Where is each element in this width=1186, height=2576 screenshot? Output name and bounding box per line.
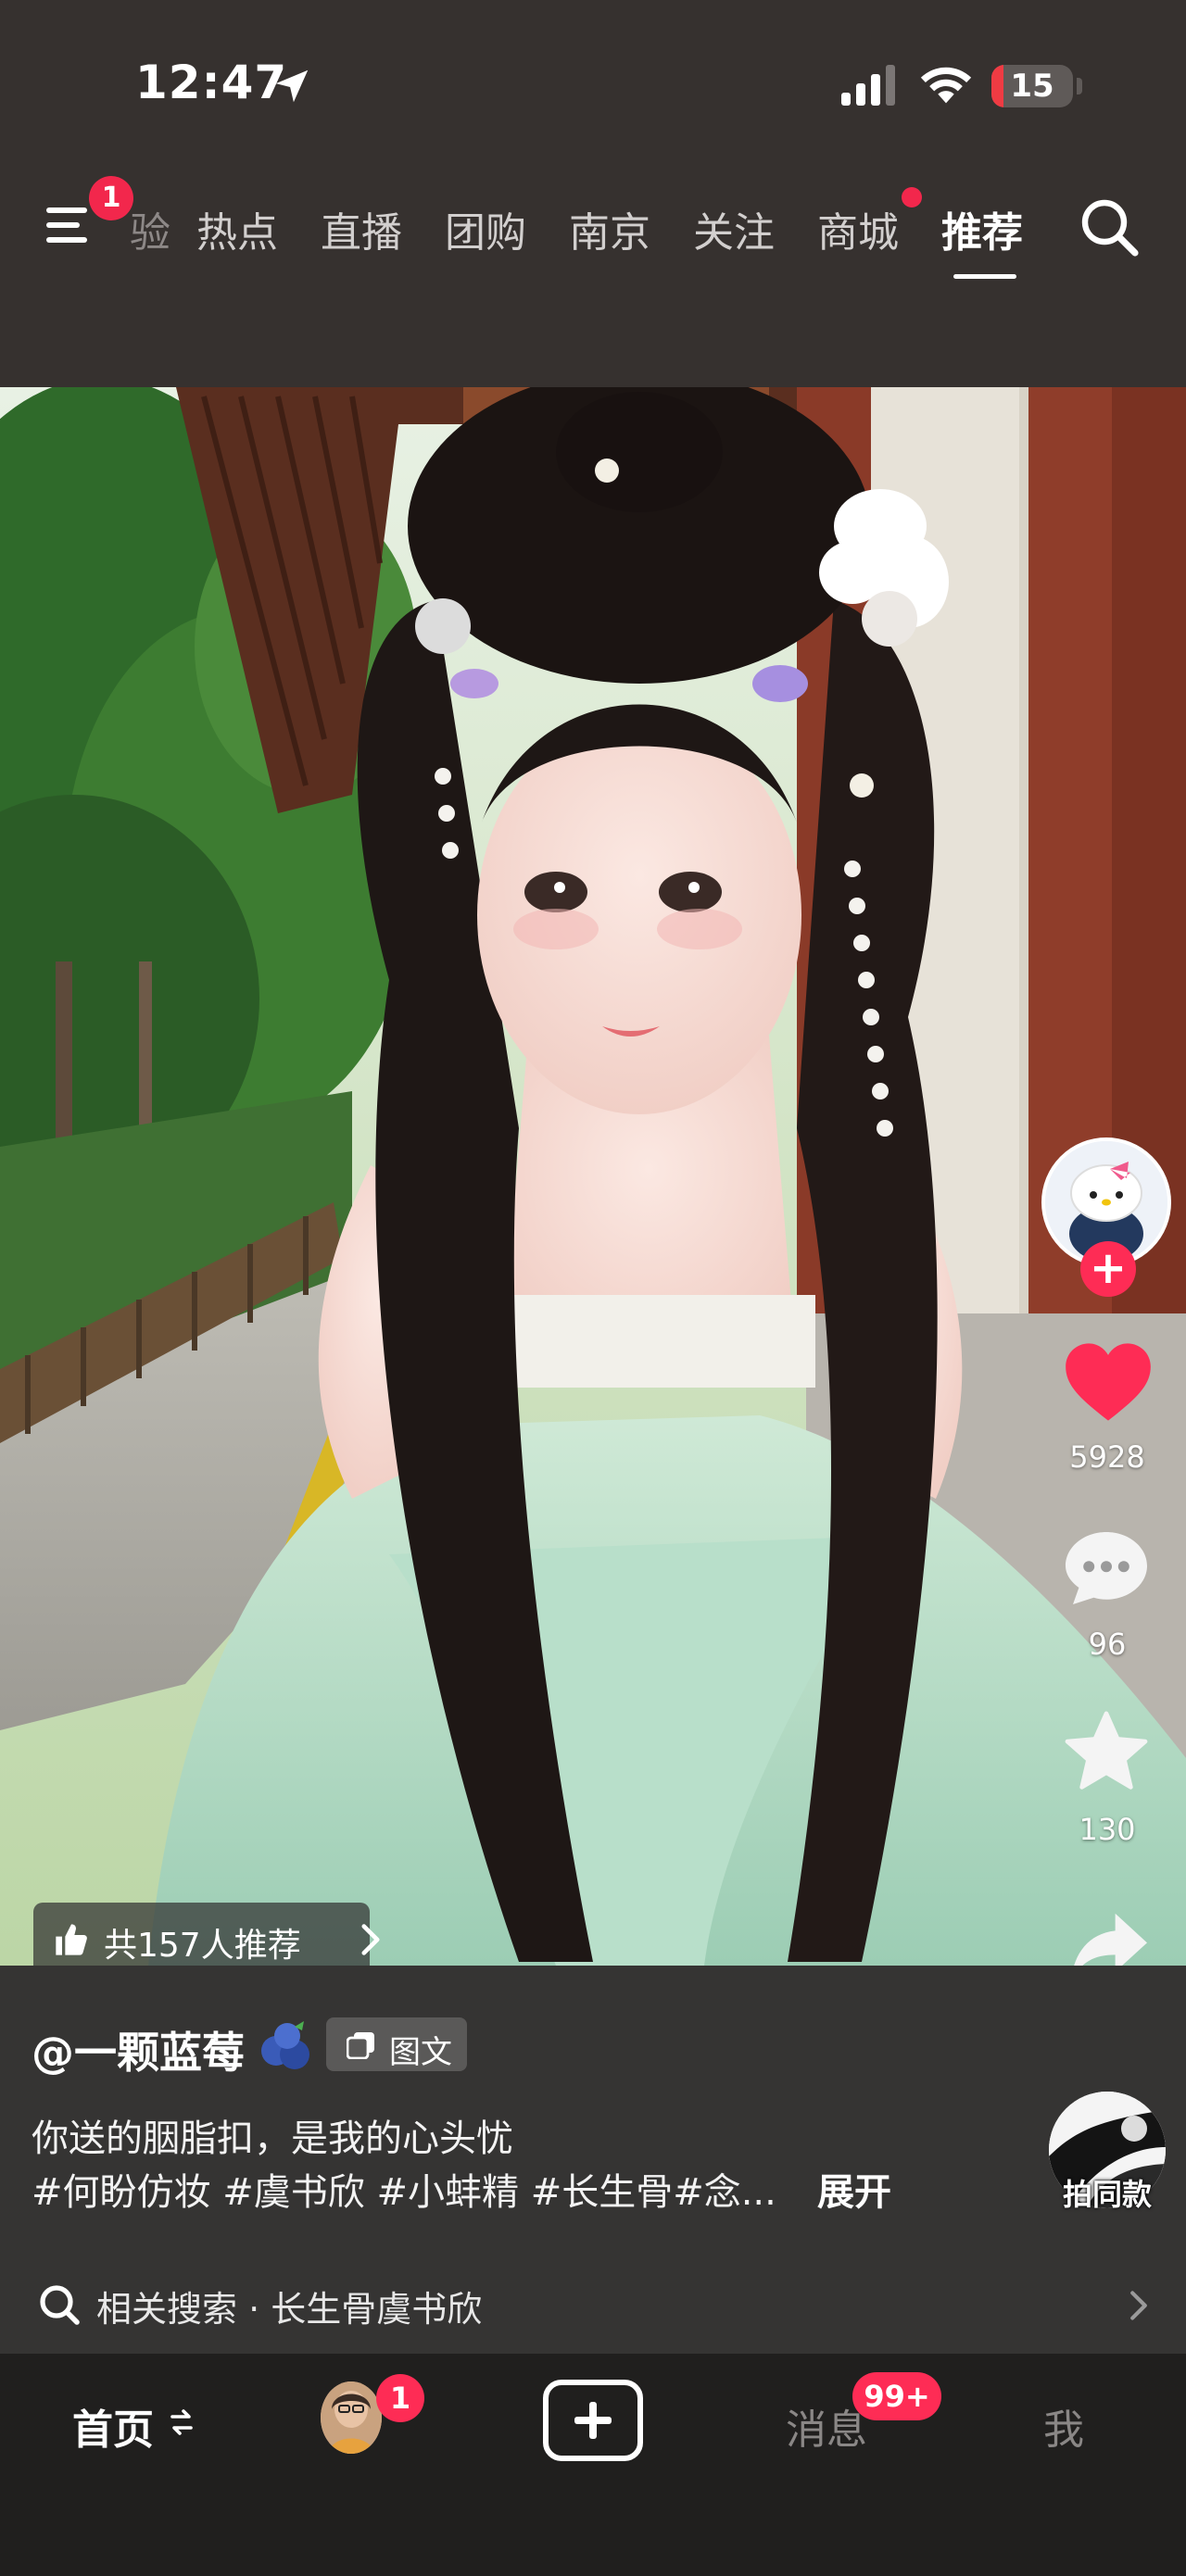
status-time: 12:47 <box>135 56 288 109</box>
friends-tab-avatar[interactable] <box>321 2381 382 2454</box>
menu-icon-line <box>46 207 87 213</box>
thumbs-up-icon <box>56 1924 87 1955</box>
follow-plus-button[interactable]: + <box>1080 1241 1136 1297</box>
tab-mall[interactable]: 商城 <box>817 199 899 258</box>
location-arrow-icon <box>275 69 309 103</box>
friend-avatar-image <box>321 2381 382 2454</box>
star-icon[interactable] <box>1064 1710 1149 1791</box>
tab-nanjing[interactable]: 南京 <box>569 199 650 258</box>
post-photo[interactable] <box>0 387 1186 1966</box>
battery-cap <box>1077 78 1082 94</box>
chevron-right-icon <box>361 1924 380 1955</box>
tab-recommended[interactable]: 推荐 <box>941 199 1023 258</box>
recommend-count-text: 共157人推荐 <box>104 1927 301 1965</box>
comment-icon[interactable] <box>1062 1527 1151 1608</box>
active-tab-underline <box>953 274 1016 279</box>
tab-following[interactable]: 关注 <box>693 199 775 258</box>
tab-home[interactable]: 首页 <box>72 2396 154 2456</box>
image-post-icon <box>347 2032 374 2059</box>
blueberry-emoji-icon <box>261 2021 309 2069</box>
battery-indicator: 15 <box>991 65 1073 107</box>
wifi-icon <box>920 67 972 104</box>
remix-label[interactable]: 拍同款 <box>1041 2171 1173 2214</box>
expand-button[interactable]: 展开 <box>817 2162 891 2216</box>
tab-hot[interactable]: 热点 <box>196 199 278 258</box>
cellular-signal-icon <box>841 65 895 106</box>
menu-notification-badge: 1 <box>89 176 133 220</box>
tab-live[interactable]: 直播 <box>321 199 402 258</box>
author-name[interactable]: @一颗蓝莓 <box>32 2019 245 2080</box>
search-icon <box>40 2285 80 2325</box>
image-post-tag: 图文 <box>326 2017 467 2071</box>
status-bar: 12:47 15 <box>0 0 1186 157</box>
tab-group-buy[interactable]: 团购 <box>445 199 526 258</box>
menu-icon-line <box>46 222 80 228</box>
top-nav: 1 验 热点 直播 团购 南京 关注 商城 推荐 <box>0 157 1186 389</box>
plus-icon <box>574 2417 612 2424</box>
related-search-bar[interactable]: 相关搜索 · 长生骨虞书欣 <box>0 2260 1186 2353</box>
battery-percent: 15 <box>1010 68 1054 105</box>
swap-arrows-icon <box>170 2409 193 2435</box>
favorite-count: 130 <box>1079 1812 1136 1847</box>
friends-badge: 1 <box>376 2374 424 2422</box>
tab-partial[interactable]: 验 <box>130 199 170 258</box>
chevron-right-icon <box>1130 2291 1147 2320</box>
image-post-label: 图文 <box>389 2034 452 2071</box>
menu-icon-line <box>46 237 87 243</box>
search-icon[interactable] <box>1079 196 1142 259</box>
mall-notification-dot <box>902 187 922 207</box>
like-count: 5928 <box>1069 1439 1145 1475</box>
heart-icon[interactable] <box>1062 1339 1154 1425</box>
post-hashtags[interactable]: #何盼仿妆 #虞书欣 #小蚌精 #长生骨#念... <box>32 2162 776 2216</box>
tab-me[interactable]: 我 <box>1043 2396 1084 2456</box>
create-post-button[interactable] <box>543 2380 643 2461</box>
bottom-tab-bar: 首页 1 消息 99+ 我 <box>0 2354 1186 2576</box>
comment-count: 96 <box>1088 1627 1127 1662</box>
related-search-text: 相关搜索 · 长生骨虞书欣 <box>96 2289 483 2330</box>
post-description: 你送的胭脂扣，是我的心头忧 <box>32 2117 513 2160</box>
messages-badge: 99+ <box>852 2372 941 2420</box>
